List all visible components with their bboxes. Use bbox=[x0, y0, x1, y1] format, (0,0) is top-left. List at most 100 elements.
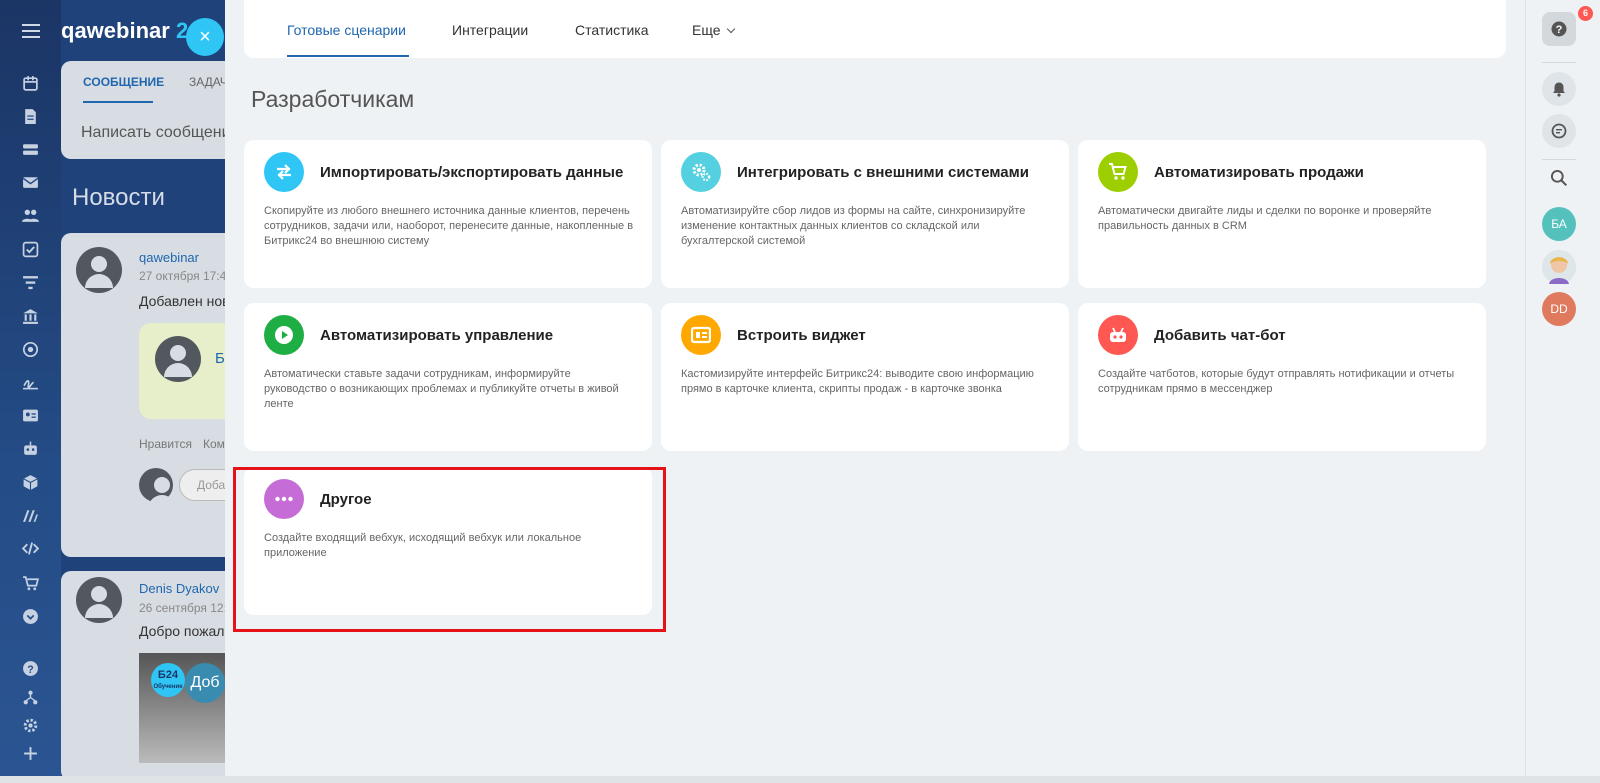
post-date: 26 сентября 12:00 bbox=[139, 601, 231, 615]
chat-icon[interactable] bbox=[1542, 114, 1576, 148]
cart-icon bbox=[1098, 152, 1138, 192]
drive-icon[interactable] bbox=[21, 140, 40, 159]
arrows-exchange-icon bbox=[264, 152, 304, 192]
tab-ready-scenarios[interactable]: Готовые сценарии bbox=[287, 22, 406, 38]
id-card-icon[interactable] bbox=[21, 406, 40, 425]
box-icon[interactable] bbox=[21, 473, 40, 492]
robot-icon[interactable] bbox=[21, 439, 40, 458]
card-description: Создайте чатботов, которые будут отправл… bbox=[1098, 368, 1455, 395]
card-title: Интегрировать с внешними системами bbox=[737, 164, 1029, 181]
calendar-icon[interactable] bbox=[21, 74, 40, 93]
card-description: Скопируйте из любого внешнего источника … bbox=[264, 205, 634, 247]
post-author[interactable]: qawebinar bbox=[139, 250, 199, 265]
market-icon[interactable] bbox=[21, 506, 40, 525]
card-automate-sales[interactable]: Автоматизировать продажи Автоматически д… bbox=[1078, 140, 1486, 288]
add-comment-input[interactable]: Добавить комментарий bbox=[179, 469, 231, 501]
widget-icon bbox=[681, 315, 721, 355]
post-author[interactable]: Denis Dyakov bbox=[139, 581, 219, 596]
contacts-icon[interactable] bbox=[21, 206, 40, 225]
gears-icon bbox=[681, 152, 721, 192]
card-embed-widget[interactable]: Встроить виджет Кастомизируйте интерфейс… bbox=[661, 303, 1069, 451]
svg-text:?: ? bbox=[27, 664, 33, 676]
like-link[interactable]: Нравится bbox=[139, 437, 192, 451]
card-automate-management[interactable]: Автоматизировать управление Автоматическ… bbox=[244, 303, 652, 451]
post-text: Добро пожаловать bbox=[139, 623, 231, 639]
document-icon[interactable] bbox=[21, 107, 40, 126]
mail-icon[interactable] bbox=[21, 173, 40, 192]
card-description: Автоматически ставьте задачи сотрудникам… bbox=[264, 368, 619, 410]
bottom-border bbox=[0, 776, 1600, 783]
tab-more-label: Еще bbox=[692, 22, 721, 38]
filter-icon[interactable] bbox=[21, 273, 40, 292]
employee-name[interactable]: Б bbox=[215, 350, 225, 367]
active-tab-underline bbox=[287, 55, 409, 57]
tab-message[interactable]: СООБЩЕНИЕ bbox=[83, 75, 164, 89]
tab-integrations[interactable]: Интеграции bbox=[452, 22, 528, 38]
card-title: Добавить чат-бот bbox=[1154, 327, 1286, 344]
help-button[interactable]: ? 6 bbox=[1542, 6, 1593, 46]
notification-count-badge: 6 bbox=[1578, 6, 1593, 21]
card-title: Импортировать/экспортировать данные bbox=[320, 164, 624, 181]
card-title: Автоматизировать продажи bbox=[1154, 164, 1364, 181]
target-icon[interactable] bbox=[21, 340, 40, 359]
contact-avatar[interactable]: БА bbox=[1542, 207, 1576, 241]
close-slider-button[interactable]: × bbox=[186, 18, 224, 56]
feed-post: qawebinar 27 октября 17:48 Добавлен новы… bbox=[61, 233, 231, 557]
b24-logo-sub: Обучение bbox=[153, 684, 183, 690]
b24-logo: Б24 Обучение bbox=[151, 663, 185, 697]
avatar[interactable] bbox=[76, 247, 122, 293]
search-icon[interactable] bbox=[1550, 169, 1568, 187]
svg-text:?: ? bbox=[1556, 24, 1563, 36]
top-tabs: Готовые сценарии Интеграции Статистика Е… bbox=[244, 0, 1506, 58]
contact-avatar-photo[interactable] bbox=[1542, 250, 1576, 284]
highlight-annotation-frame bbox=[233, 467, 666, 632]
bell-icon[interactable] bbox=[1542, 72, 1576, 106]
post-composer: СООБЩЕНИЕ ЗАДАЧИ Написать сообщение bbox=[61, 61, 231, 159]
avatar bbox=[139, 468, 176, 509]
shop-cart-icon[interactable] bbox=[21, 574, 40, 593]
menu-hamburger-icon[interactable] bbox=[22, 24, 40, 38]
b24-logo-text: Б24 bbox=[157, 669, 179, 681]
card-title: Встроить виджет bbox=[737, 327, 866, 344]
thumb-badge-text: Доб bbox=[190, 674, 220, 691]
card-add-chatbot[interactable]: Добавить чат-бот Создайте чатботов, кото… bbox=[1078, 303, 1486, 451]
card-title: Автоматизировать управление bbox=[320, 327, 554, 344]
developers-slider: Готовые сценарии Интеграции Статистика Е… bbox=[225, 0, 1525, 776]
tasks-icon[interactable] bbox=[21, 240, 40, 259]
card-description: Кастомизируйте интерфейс Битрикс24: выво… bbox=[681, 368, 1034, 395]
feed-post: Denis Dyakov 26 сентября 12:00 Добро пож… bbox=[61, 571, 231, 776]
tab-more[interactable]: Еще bbox=[692, 22, 735, 38]
left-menu: ? bbox=[0, 0, 61, 776]
card-description: Автоматически двигайте лиды и сделки по … bbox=[1098, 205, 1432, 232]
avatar bbox=[155, 336, 201, 382]
sitemap-icon[interactable] bbox=[21, 688, 40, 707]
divider bbox=[1542, 62, 1576, 63]
right-panel: ? 6 БА DD bbox=[1525, 0, 1600, 776]
news-title: Новости bbox=[72, 184, 165, 211]
contact-avatar[interactable]: DD bbox=[1542, 292, 1576, 326]
brand-logo: qawebinar 24 bbox=[61, 18, 200, 43]
signature-icon[interactable] bbox=[21, 373, 40, 392]
help-icon[interactable]: ? bbox=[21, 659, 40, 678]
card-integrate-external[interactable]: Интегрировать с внешними системами Автом… bbox=[661, 140, 1069, 288]
thumb-badge: Доб bbox=[185, 663, 225, 703]
more-chevron-icon[interactable] bbox=[21, 607, 40, 626]
new-employee-card: Б bbox=[139, 323, 231, 419]
background-feed-page: qawebinar 24 СООБЩЕНИЕ ЗАДАЧИ Написать с… bbox=[61, 0, 231, 776]
add-icon[interactable] bbox=[21, 744, 40, 763]
write-message-field[interactable]: Написать сообщение bbox=[81, 124, 231, 142]
post-date: 27 октября 17:48 bbox=[139, 269, 231, 283]
avatar[interactable] bbox=[76, 577, 122, 623]
settings-gear-icon[interactable] bbox=[21, 716, 40, 735]
tab-underline bbox=[83, 101, 153, 103]
code-icon[interactable] bbox=[21, 539, 40, 558]
card-import-export[interactable]: Импортировать/экспортировать данные Скоп… bbox=[244, 140, 652, 288]
divider bbox=[1542, 159, 1576, 160]
video-thumbnail[interactable]: Б24 Обучение Доб bbox=[139, 653, 231, 763]
page-title: Разработчикам bbox=[251, 86, 415, 112]
robot-icon bbox=[1098, 315, 1138, 355]
post-text: Добавлен новый сотрудник bbox=[139, 293, 231, 309]
bank-icon[interactable] bbox=[21, 307, 40, 326]
tab-statistics[interactable]: Статистика bbox=[575, 22, 649, 38]
chevron-down-icon bbox=[726, 24, 735, 34]
